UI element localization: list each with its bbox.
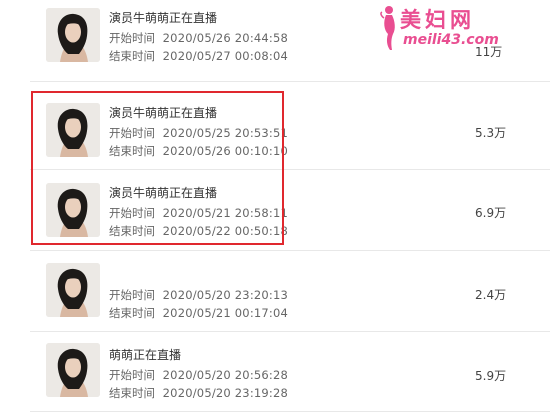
live-title[interactable]: 演员牛萌萌正在直播 bbox=[109, 184, 217, 201]
end-time-value: 2020/05/22 00:50:18 bbox=[162, 224, 289, 238]
viewer-count: 2.4万 bbox=[475, 288, 507, 302]
list-item[interactable]: 演员牛萌萌正在直播 开始时间 2020/05/21 20:58:11 结束时间 … bbox=[30, 161, 550, 251]
end-time-label: 结束时间 bbox=[109, 306, 155, 320]
start-time: 开始时间 2020/05/20 20:56:28 bbox=[109, 367, 288, 383]
end-time-label: 结束时间 bbox=[109, 224, 155, 238]
live-title[interactable]: 演员牛萌萌正在直播 bbox=[109, 9, 217, 26]
start-time-value: 2020/05/25 20:53:51 bbox=[162, 126, 289, 140]
avatar bbox=[46, 343, 100, 397]
viewer-count: 6.9万 bbox=[475, 206, 507, 220]
avatar bbox=[46, 263, 100, 317]
live-title[interactable]: 萌萌正在直播 bbox=[109, 346, 181, 363]
start-time: 开始时间 2020/05/20 23:20:13 bbox=[109, 287, 288, 303]
start-time-value: 2020/05/20 23:20:13 bbox=[162, 288, 289, 302]
end-time-label: 结束时间 bbox=[109, 386, 155, 400]
end-time: 结束时间 2020/05/21 00:17:04 bbox=[109, 305, 288, 321]
avatar bbox=[46, 103, 100, 157]
end-time: 结束时间 2020/05/22 00:50:18 bbox=[109, 223, 288, 239]
end-time-label: 结束时间 bbox=[109, 49, 155, 63]
start-time-label: 开始时间 bbox=[109, 288, 155, 302]
start-time-label: 开始时间 bbox=[109, 206, 155, 220]
start-time-label: 开始时间 bbox=[109, 368, 155, 382]
live-session-list: 演员牛萌萌正在直播 开始时间 2020/05/26 20:44:58 结束时间 … bbox=[30, 0, 550, 419]
figure-silhouette-icon bbox=[380, 6, 395, 50]
end-time-value: 2020/05/20 23:19:28 bbox=[162, 386, 289, 400]
start-time: 开始时间 2020/05/25 20:53:51 bbox=[109, 125, 288, 141]
watermark-logo: 美妇网 meili43.com bbox=[378, 4, 499, 52]
end-time: 结束时间 2020/05/26 00:10:10 bbox=[109, 143, 288, 159]
viewer-count: 5.9万 bbox=[475, 369, 507, 383]
list-item[interactable]: 萌萌正在直播 开始时间 2020/05/20 20:56:28 结束时间 202… bbox=[30, 331, 550, 412]
avatar bbox=[46, 8, 100, 62]
viewer-count: 5.3万 bbox=[475, 126, 507, 140]
watermark-url: meili43.com bbox=[403, 32, 499, 48]
start-time-label: 开始时间 bbox=[109, 31, 155, 45]
start-time-value: 2020/05/21 20:58:11 bbox=[162, 206, 289, 220]
list-item[interactable]: 演员牛萌萌正在直播 开始时间 2020/05/25 20:53:51 结束时间 … bbox=[30, 81, 550, 170]
end-time: 结束时间 2020/05/20 23:19:28 bbox=[109, 385, 288, 401]
live-title[interactable]: 演员牛萌萌正在直播 bbox=[109, 104, 217, 121]
start-time-value: 2020/05/20 20:56:28 bbox=[162, 368, 289, 382]
start-time: 开始时间 2020/05/21 20:58:11 bbox=[109, 205, 288, 221]
end-time-value: 2020/05/27 00:08:04 bbox=[162, 49, 289, 63]
end-time-label: 结束时间 bbox=[109, 144, 155, 158]
avatar bbox=[46, 183, 100, 237]
start-time: 开始时间 2020/05/26 20:44:58 bbox=[109, 30, 288, 46]
end-time-value: 2020/05/26 00:10:10 bbox=[162, 144, 289, 158]
start-time-value: 2020/05/26 20:44:58 bbox=[162, 31, 289, 45]
end-time-value: 2020/05/21 00:17:04 bbox=[162, 306, 289, 320]
start-time-label: 开始时间 bbox=[109, 126, 155, 140]
watermark-name: 美妇网 bbox=[400, 7, 475, 32]
list-item[interactable]: 开始时间 2020/05/20 23:20:13 结束时间 2020/05/21… bbox=[30, 250, 550, 332]
end-time: 结束时间 2020/05/27 00:08:04 bbox=[109, 48, 288, 64]
